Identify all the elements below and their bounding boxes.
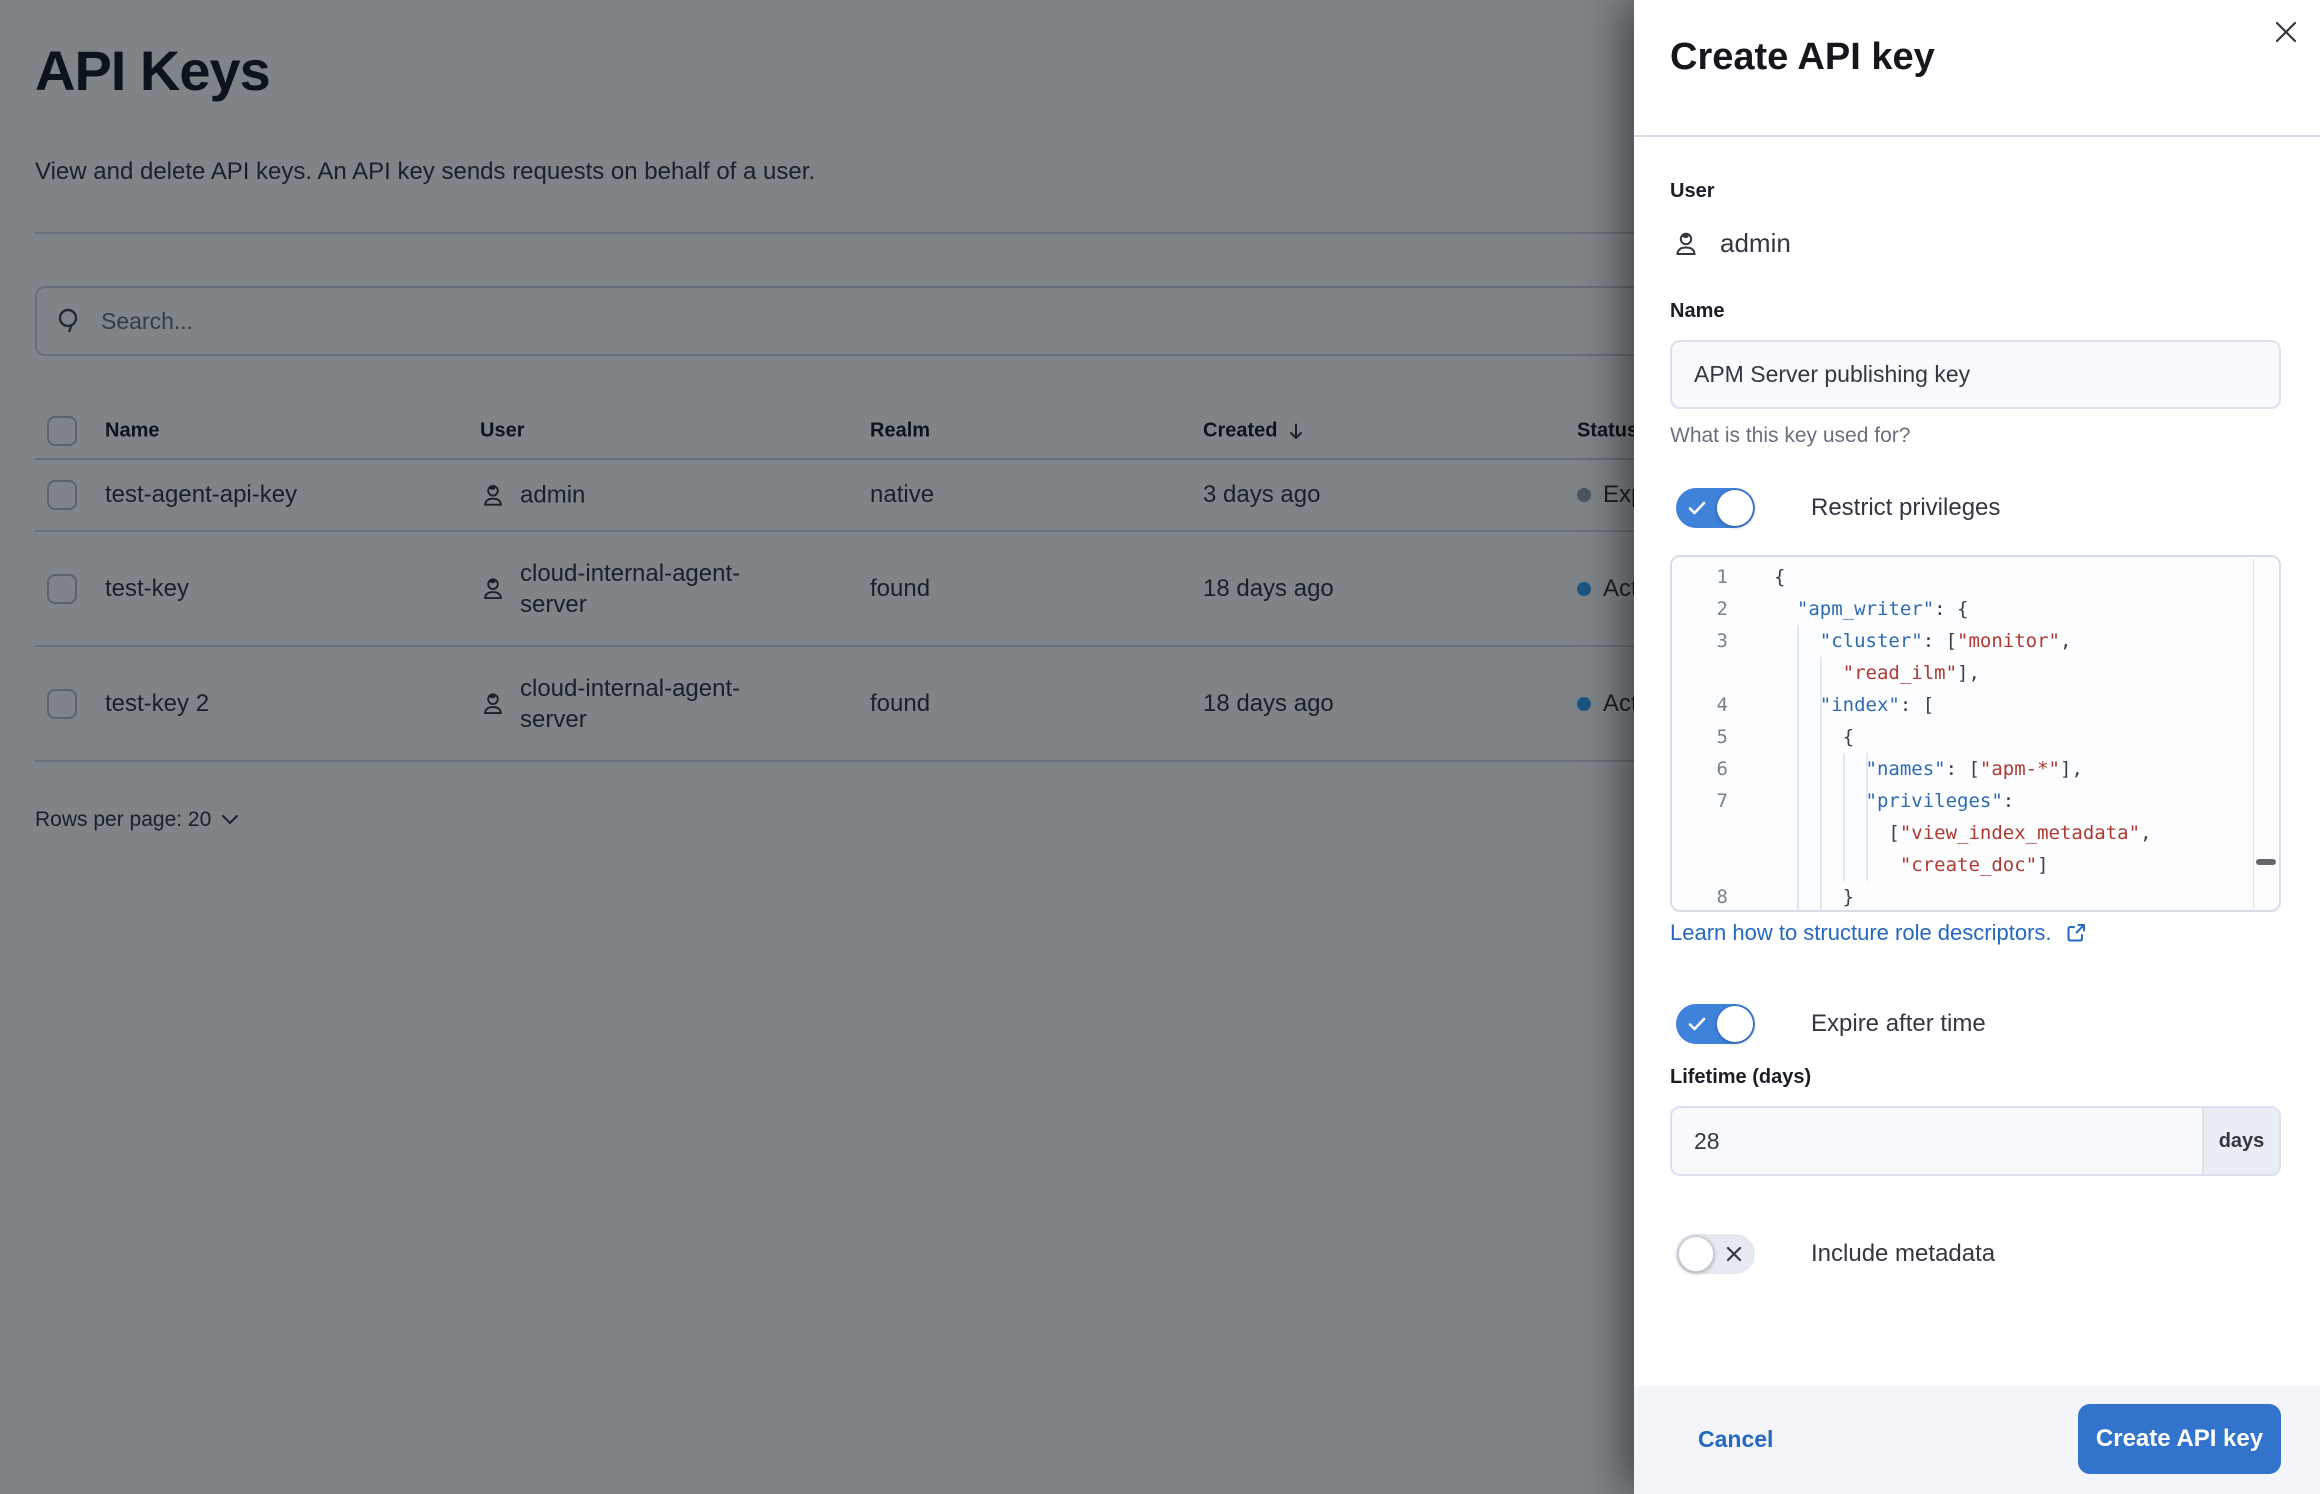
learn-role-descriptors-link[interactable]: Learn how to structure role descriptors. [1670, 920, 2088, 946]
check-icon [1688, 501, 1706, 515]
create-api-key-button[interactable]: Create API key [2078, 1404, 2281, 1474]
screen: API Keys View and delete API keys. An AP… [0, 0, 2320, 1494]
code-line: "create_doc"] [1672, 849, 2279, 881]
line-number: 1 [1672, 561, 1728, 593]
lifetime-label: Lifetime (days) [1670, 1066, 1811, 1089]
line-number: 3 [1672, 625, 1728, 657]
user-icon [1672, 230, 1700, 258]
restrict-privileges-label: Restrict privileges [1811, 494, 2000, 522]
include-metadata-toggle[interactable] [1676, 1234, 1755, 1274]
line-content: "cluster": ["monitor", [1728, 625, 2071, 657]
cancel-button[interactable]: Cancel [1698, 1426, 1773, 1453]
line-number: 6 [1672, 753, 1728, 785]
expire-after-time-toggle[interactable] [1676, 1004, 1755, 1044]
line-content: } [1728, 881, 1854, 912]
line-content: ["view_index_metadata", [1728, 817, 2152, 849]
editor-scrollbar-track [2253, 559, 2254, 908]
toggle-knob [1717, 1006, 1753, 1042]
toggle-knob [1678, 1236, 1714, 1272]
line-number: 7 [1672, 785, 1728, 817]
include-metadata-toggle-row[interactable]: Include metadata [1676, 1234, 1995, 1274]
line-content: "create_doc"] [1728, 849, 2049, 881]
line-content: "read_ilm"], [1728, 657, 1980, 689]
code-lines: 1{2 "apm_writer": {3 "cluster": ["monito… [1672, 561, 2279, 912]
user-value-row: admin [1672, 228, 1791, 259]
close-button[interactable] [2264, 10, 2308, 54]
external-link-icon [2064, 921, 2088, 945]
line-number: 4 [1672, 689, 1728, 721]
line-content: "privileges": [1728, 785, 2014, 817]
line-number: 5 [1672, 721, 1728, 753]
include-metadata-label: Include metadata [1811, 1240, 1995, 1268]
line-content: "apm_writer": { [1728, 593, 1969, 625]
code-line: 7 "privileges": [1672, 785, 2279, 817]
role-descriptors-code-editor[interactable]: 1{2 "apm_writer": {3 "cluster": ["monito… [1670, 555, 2281, 912]
code-line: 1{ [1672, 561, 2279, 593]
line-content: "names": ["apm-*"], [1728, 753, 2083, 785]
line-number [1672, 657, 1728, 689]
close-icon [2272, 18, 2300, 46]
toggle-knob [1717, 490, 1753, 526]
code-line: 4 "index": [ [1672, 689, 2279, 721]
lifetime-unit: days [2202, 1108, 2279, 1174]
name-label: Name [1670, 300, 1724, 323]
cross-icon [1726, 1246, 1742, 1262]
editor-scrollbar-marker[interactable] [2256, 859, 2276, 865]
name-field[interactable] [1670, 340, 2281, 409]
name-help-text: What is this key used for? [1670, 424, 1910, 448]
line-number [1672, 849, 1728, 881]
line-number [1672, 817, 1728, 849]
lifetime-field-group: days [1670, 1106, 2281, 1176]
flyout-title: Create API key [1670, 36, 1935, 79]
flyout-footer: Cancel Create API key [1634, 1386, 2320, 1494]
restrict-privileges-toggle[interactable] [1676, 488, 1755, 528]
user-label: User [1670, 180, 1714, 203]
line-content: "index": [ [1728, 689, 1934, 721]
user-value: admin [1720, 228, 1791, 259]
overlay-mask[interactable] [0, 0, 1634, 1494]
code-line: 6 "names": ["apm-*"], [1672, 753, 2279, 785]
lifetime-field[interactable] [1672, 1108, 2202, 1174]
create-api-key-flyout: Create API key User admin Name What is t… [1634, 0, 2320, 1494]
code-line: 5 { [1672, 721, 2279, 753]
code-line: 8 } [1672, 881, 2279, 912]
line-number: 2 [1672, 593, 1728, 625]
learn-link-label: Learn how to structure role descriptors. [1670, 920, 2052, 946]
restrict-privileges-toggle-row[interactable]: Restrict privileges [1676, 488, 2000, 528]
expire-after-time-toggle-row[interactable]: Expire after time [1676, 1004, 1986, 1044]
code-line: ["view_index_metadata", [1672, 817, 2279, 849]
flyout-header-divider [1634, 135, 2320, 137]
code-line: 3 "cluster": ["monitor", [1672, 625, 2279, 657]
line-content: { [1728, 721, 1854, 753]
code-line: 2 "apm_writer": { [1672, 593, 2279, 625]
line-content: { [1728, 561, 1785, 593]
code-line: "read_ilm"], [1672, 657, 2279, 689]
line-number: 8 [1672, 881, 1728, 912]
expire-after-time-label: Expire after time [1811, 1010, 1986, 1038]
check-icon [1688, 1017, 1706, 1031]
